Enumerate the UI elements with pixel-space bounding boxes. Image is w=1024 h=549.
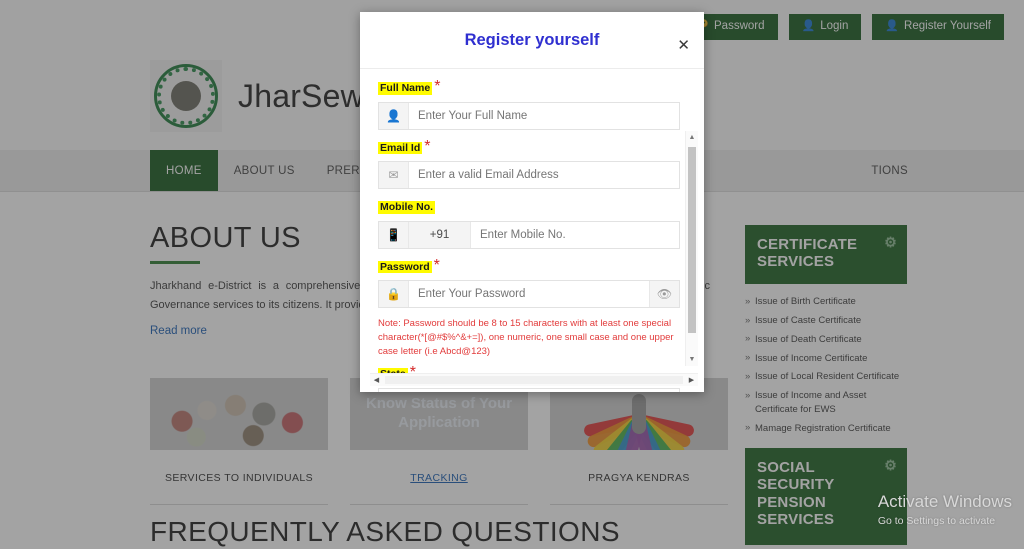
full-name-field[interactable]: 👤 (378, 101, 680, 130)
password-field[interactable]: 🔒 👁 (378, 280, 680, 308)
modal-horizontal-scrollbar[interactable]: ◀ ▶ (370, 373, 698, 386)
user-icon: 👤 (379, 102, 409, 129)
scroll-left-icon[interactable]: ◀ (370, 374, 383, 386)
required-asterisk: * (434, 78, 441, 95)
watermark-line-2: Go to Settings to activate (877, 515, 996, 527)
modal-title: Register yourself (464, 30, 600, 49)
mobile-icon: 📱 (379, 221, 409, 248)
vertical-scroll-thumb[interactable] (688, 147, 696, 333)
eye-slash-icon[interactable]: 👁 (649, 281, 679, 307)
register-modal: Register yourself ✕ Full Name* 👤 Email I… (360, 12, 704, 392)
full-name-label-line: Full Name * (378, 79, 680, 99)
scroll-down-icon[interactable]: ▼ (686, 353, 698, 366)
required-asterisk: * (433, 256, 440, 274)
password-note: Note: Password should be 8 to 15 charact… (378, 318, 674, 357)
envelope-icon: ✉ (379, 162, 409, 188)
required-asterisk: * (424, 137, 431, 155)
watermark-line-1: Activate Windows (877, 492, 1012, 511)
full-name-label: Full Name (378, 82, 433, 95)
lock-icon: 🔒 (379, 281, 409, 307)
scroll-right-icon[interactable]: ▶ (685, 374, 698, 386)
email-field[interactable]: ✉ (378, 161, 680, 189)
mobile-input[interactable] (471, 221, 679, 248)
password-input[interactable] (409, 281, 649, 307)
windows-activation-watermark: Activate Windows Go to Settings to activ… (878, 492, 1012, 527)
close-icon[interactable]: ✕ (677, 38, 690, 53)
password-label: Password (378, 260, 432, 273)
modal-header: Register yourself ✕ (360, 12, 704, 69)
email-label-line: Email Id * (378, 137, 680, 159)
horizontal-scroll-thumb[interactable] (385, 376, 683, 384)
email-label: Email Id (378, 141, 423, 154)
country-code: +91 (409, 221, 471, 248)
modal-body: Full Name* 👤 Email Id* ✉ Mobile No. 📱 +9… (360, 69, 704, 392)
mobile-label-line: Mobile No. (378, 198, 680, 218)
mobile-label: Mobile No. (378, 201, 436, 214)
scroll-up-icon[interactable]: ▲ (686, 131, 698, 144)
mobile-field[interactable]: 📱 +91 (378, 220, 680, 249)
email-input[interactable] (409, 162, 679, 188)
password-label-line: Password * (378, 256, 680, 278)
full-name-input[interactable] (409, 102, 679, 129)
modal-vertical-scrollbar[interactable]: ▲ ▼ (685, 131, 698, 366)
state-select[interactable]: Select ▼ (378, 387, 680, 392)
